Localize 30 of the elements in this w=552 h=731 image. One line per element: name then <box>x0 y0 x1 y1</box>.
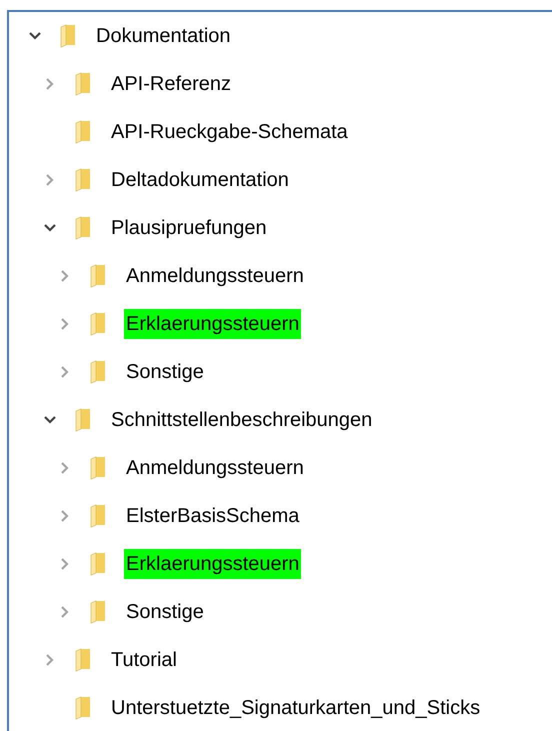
folder-label[interactable]: Anmeldungssteuern <box>124 261 306 291</box>
folder-label[interactable]: API-Rueckgabe-Schemata <box>109 117 350 147</box>
folder-icon <box>75 168 91 192</box>
folder-icon <box>90 552 106 576</box>
folder-icon <box>90 504 106 528</box>
folder-label[interactable]: Erklaerungssteuern <box>124 549 302 579</box>
folder-icon <box>75 696 91 720</box>
folder-label[interactable]: Anmeldungssteuern <box>124 453 306 483</box>
folder-icon <box>90 312 106 336</box>
folder-label[interactable]: Erklaerungssteuern <box>124 309 302 339</box>
folder-icon <box>75 72 91 96</box>
folder-icon <box>75 408 91 432</box>
folder-label[interactable]: API-Referenz <box>109 69 234 99</box>
folder-label[interactable]: Dokumentation <box>94 21 233 51</box>
folder-label[interactable]: Unterstuetzte_Signaturkarten_und_Sticks <box>109 693 482 723</box>
folder-icon <box>90 264 106 288</box>
folder-icon <box>60 24 76 48</box>
folder-icon <box>90 456 106 480</box>
folder-label[interactable]: ElsterBasisSchema <box>124 501 302 531</box>
folder-label[interactable]: Tutorial <box>109 645 179 675</box>
folder-icon <box>75 648 91 672</box>
folder-icon <box>75 120 91 144</box>
folder-icon <box>90 600 106 624</box>
folder-icon <box>90 360 106 384</box>
folder-label[interactable]: Deltadokumentation <box>109 165 291 195</box>
folder-label[interactable]: Sonstige <box>124 357 206 387</box>
folder-label[interactable]: Plausipruefungen <box>109 213 269 243</box>
folder-label[interactable]: Schnittstellenbeschreibungen <box>109 405 374 435</box>
folder-icon <box>75 216 91 240</box>
folder-label[interactable]: Sonstige <box>124 597 206 627</box>
